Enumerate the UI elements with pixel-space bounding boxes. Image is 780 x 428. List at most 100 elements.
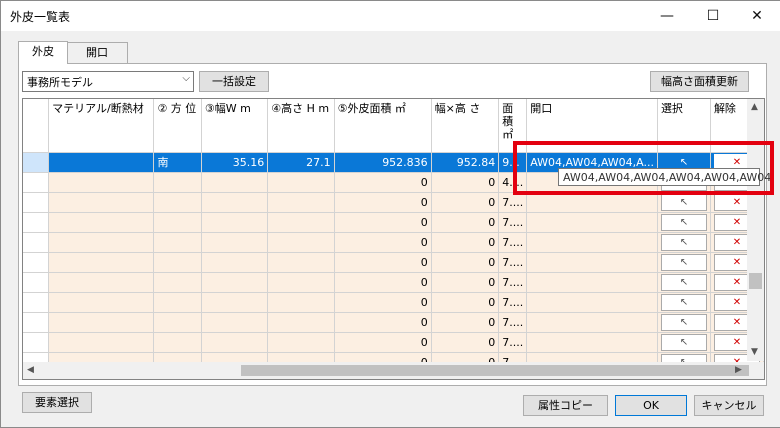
row-header[interactable] [23, 312, 50, 333]
col-header-wxh[interactable]: 幅×高 さ [431, 99, 500, 153]
cancel-button[interactable]: キャンセル [694, 395, 764, 416]
minimize-button[interactable]: — [644, 1, 690, 31]
col-header-direction[interactable]: ② 方 位 [153, 99, 202, 153]
cell-wxh[interactable]: 0 [431, 332, 500, 353]
table-row[interactable]: 007....↖✕ [23, 252, 764, 273]
cell-envelope-area[interactable]: 0 [334, 232, 432, 253]
cell-material[interactable] [48, 272, 155, 293]
row-header[interactable] [23, 152, 50, 173]
cell-width[interactable] [201, 192, 269, 213]
cell-wxh[interactable]: 0 [431, 292, 500, 313]
vertical-scrollbar[interactable]: ▲ ▼ [747, 99, 764, 361]
cell-opening[interactable] [526, 272, 658, 293]
cell-opening[interactable] [526, 332, 658, 353]
row-header[interactable] [23, 212, 50, 233]
cell-material[interactable] [48, 312, 155, 333]
cell-opening[interactable] [526, 212, 658, 233]
scroll-down-icon[interactable]: ▼ [751, 347, 758, 357]
cell-height[interactable] [267, 232, 335, 253]
cell-direction[interactable] [153, 272, 202, 293]
table-row[interactable]: 007....↖✕ [23, 232, 764, 253]
cell-material[interactable] [48, 332, 155, 353]
row-header[interactable] [23, 252, 50, 273]
vertical-scroll-thumb[interactable] [749, 273, 762, 289]
row-header[interactable] [23, 292, 50, 313]
row-header[interactable] [23, 172, 50, 193]
cell-direction[interactable]: 南 [153, 152, 202, 173]
cell-area[interactable]: 7.... [498, 312, 528, 333]
cell-height[interactable]: 27.1 [267, 152, 335, 173]
cell-height[interactable] [267, 332, 335, 353]
cell-opening[interactable] [526, 232, 658, 253]
cell-width[interactable]: 35.16 [201, 152, 269, 173]
cell-material[interactable] [48, 232, 155, 253]
cell-envelope-area[interactable]: 0 [334, 212, 432, 233]
col-header-envelope-area[interactable]: ⑤外皮面積 ㎡ [334, 99, 432, 153]
cell-width[interactable] [201, 252, 269, 273]
scroll-up-icon[interactable]: ▲ [751, 102, 758, 112]
cell-direction[interactable] [153, 292, 202, 313]
ok-button[interactable]: OK [615, 395, 687, 416]
bulk-set-button[interactable]: 一括設定 [199, 71, 269, 92]
cell-area[interactable]: 7.... [498, 232, 528, 253]
cell-material[interactable] [48, 212, 155, 233]
cell-width[interactable] [201, 212, 269, 233]
cursor-icon[interactable]: ↖ [660, 333, 707, 351]
cell-width[interactable] [201, 312, 269, 333]
table-row[interactable]: 007....↖✕ [23, 332, 764, 353]
cell-width[interactable] [201, 272, 269, 293]
cell-area[interactable]: 7.... [498, 332, 528, 353]
row-header[interactable] [23, 192, 50, 213]
table-row[interactable]: 007....↖✕ [23, 192, 764, 213]
maximize-button[interactable]: ☐ [690, 1, 736, 31]
cell-envelope-area[interactable]: 0 [334, 192, 432, 213]
cell-direction[interactable] [153, 192, 202, 213]
cursor-icon[interactable]: ↖ [660, 233, 707, 251]
cell-height[interactable] [267, 172, 335, 193]
cursor-icon[interactable]: ↖ [660, 213, 707, 231]
tab-openings[interactable]: 開口 [66, 42, 128, 63]
cursor-icon[interactable]: ↖ [660, 193, 707, 211]
cell-width[interactable] [201, 232, 269, 253]
cell-wxh[interactable]: 0 [431, 252, 500, 273]
cell-opening[interactable] [526, 312, 658, 333]
cell-envelope-area[interactable]: 952.836 [334, 152, 432, 173]
cell-height[interactable] [267, 192, 335, 213]
cell-direction[interactable] [153, 332, 202, 353]
cell-width[interactable] [201, 292, 269, 313]
cell-wxh[interactable]: 0 [431, 272, 500, 293]
cursor-icon[interactable]: ↖ [660, 273, 707, 291]
cell-material[interactable] [48, 172, 155, 193]
cell-direction[interactable] [153, 252, 202, 273]
table-row[interactable]: 007....↖✕ [23, 292, 764, 313]
row-header[interactable] [23, 332, 50, 353]
table-row[interactable]: 007....↖✕ [23, 272, 764, 293]
cell-opening[interactable] [526, 192, 658, 213]
cell-height[interactable] [267, 212, 335, 233]
col-header-height[interactable]: ④高さ H m [267, 99, 335, 153]
close-button[interactable]: ✕ [734, 1, 780, 31]
scroll-right-icon[interactable]: ▶ [735, 365, 742, 375]
tab-exterior[interactable]: 外皮 [18, 41, 68, 64]
model-select[interactable]: 事務所モデル ⌵ [22, 71, 194, 92]
cell-wxh[interactable]: 952.84 [431, 152, 500, 173]
cell-height[interactable] [267, 292, 335, 313]
cell-area[interactable]: 7.... [498, 212, 528, 233]
cell-direction[interactable] [153, 172, 202, 193]
scroll-left-icon[interactable]: ◀ [27, 365, 34, 375]
cursor-icon[interactable]: ↖ [660, 293, 707, 311]
cell-envelope-area[interactable]: 0 [334, 332, 432, 353]
cell-height[interactable] [267, 272, 335, 293]
update-area-button[interactable]: 幅高さ面積更新 [650, 71, 749, 92]
cell-area[interactable]: 7.... [498, 192, 528, 213]
cell-envelope-area[interactable]: 0 [334, 172, 432, 193]
cell-wxh[interactable]: 0 [431, 232, 500, 253]
cell-width[interactable] [201, 172, 269, 193]
cell-wxh[interactable]: 0 [431, 172, 500, 193]
cell-material[interactable] [48, 252, 155, 273]
cell-wxh[interactable]: 0 [431, 192, 500, 213]
cell-height[interactable] [267, 312, 335, 333]
cell-opening[interactable] [526, 252, 658, 273]
col-header-width[interactable]: ③幅W m [201, 99, 269, 153]
cell-wxh[interactable]: 0 [431, 212, 500, 233]
